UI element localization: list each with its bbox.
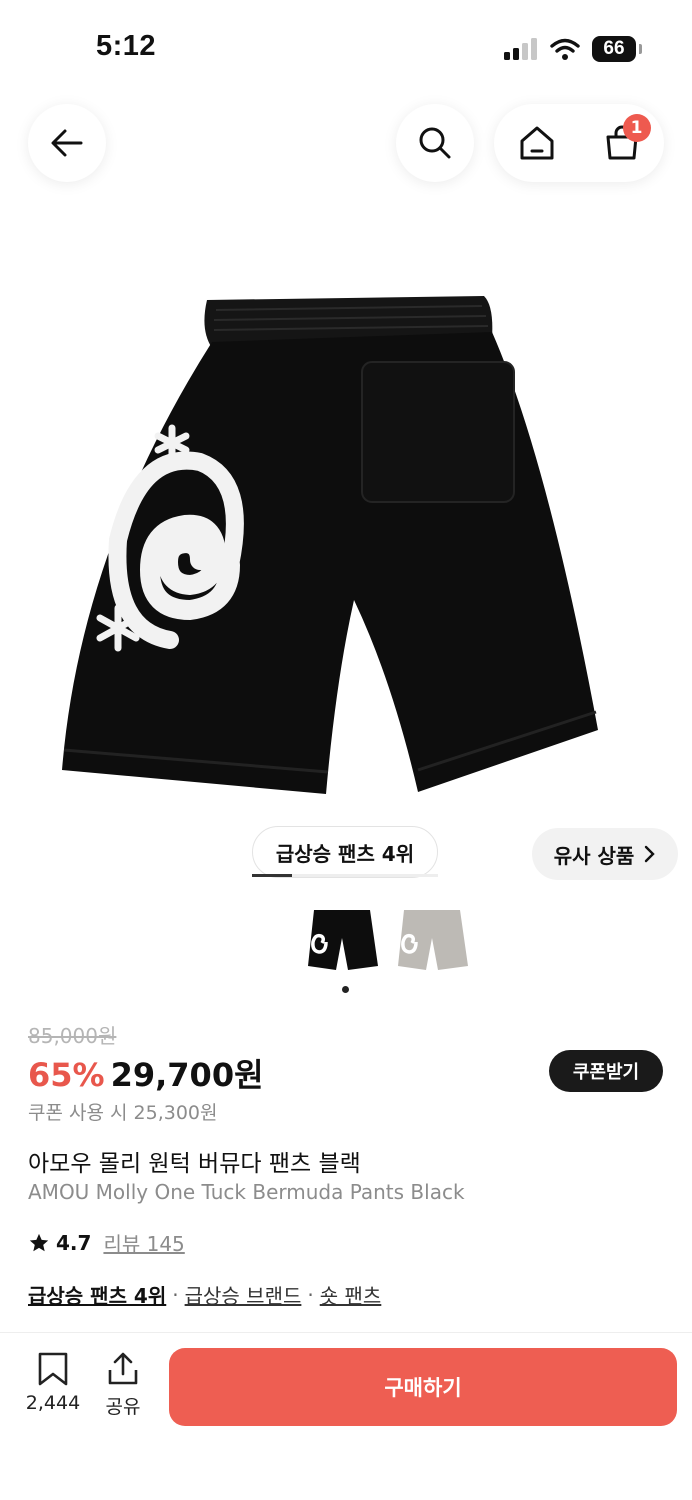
coupon-button[interactable]: 쿠폰받기 bbox=[549, 1050, 663, 1092]
page-indicator-dot bbox=[342, 986, 349, 993]
discount-rate: 65% bbox=[28, 1056, 105, 1094]
similar-products-button[interactable]: 유사 상품 bbox=[532, 828, 678, 880]
tag-rising-brand[interactable]: 급상승 브랜드 bbox=[185, 1280, 302, 1309]
color-thumbnails bbox=[304, 902, 470, 978]
bottom-divider bbox=[0, 1332, 692, 1333]
home-cart-group: 1 bbox=[494, 104, 664, 182]
battery-indicator: 66 bbox=[592, 36, 642, 62]
product-title-ko: 아모우 몰리 원턱 버뮤다 팬츠 블랙 bbox=[28, 1151, 361, 1177]
home-icon bbox=[520, 126, 553, 160]
wifi-icon bbox=[550, 38, 580, 60]
similar-products-label: 유사 상품 bbox=[553, 843, 635, 868]
share-label: 공유 bbox=[105, 1396, 141, 1418]
tag-short-pants[interactable]: 숏 팬츠 bbox=[320, 1280, 382, 1309]
status-time: 5:12 bbox=[96, 30, 157, 62]
rank-badge[interactable]: 급상승 팬츠 4위 bbox=[252, 826, 438, 878]
final-price: 29,700원 bbox=[110, 1056, 264, 1094]
tag-separator: · bbox=[307, 1282, 314, 1307]
signal-icon bbox=[504, 38, 537, 60]
cart-button[interactable]: 1 bbox=[603, 114, 651, 162]
thumbnail-black[interactable] bbox=[304, 902, 380, 978]
share-icon bbox=[108, 1352, 138, 1385]
share-button[interactable]: 공유 bbox=[100, 1352, 146, 1419]
buy-button[interactable]: 구매하기 bbox=[169, 1348, 677, 1426]
bookmark-icon bbox=[38, 1352, 68, 1386]
thumbnail-gray[interactable] bbox=[394, 902, 470, 978]
search-icon bbox=[419, 127, 451, 159]
product-image[interactable] bbox=[0, 210, 692, 830]
original-price: 85,000원 bbox=[28, 1024, 117, 1048]
home-button[interactable] bbox=[518, 124, 556, 162]
chevron-right-icon bbox=[645, 845, 655, 863]
category-tags: 급상승 팬츠 4위 · 급상승 브랜드 · 숏 팬츠 bbox=[28, 1280, 381, 1309]
coupon-price: 쿠폰 사용 시 25,300원 bbox=[28, 1102, 218, 1124]
rating-row: 4.7 리뷰 145 bbox=[28, 1228, 185, 1257]
tag-pants-rank[interactable]: 급상승 팬츠 4위 bbox=[28, 1280, 166, 1309]
rank-progress-track bbox=[252, 874, 438, 877]
like-button[interactable]: 2,444 bbox=[22, 1352, 84, 1414]
back-arrow-icon bbox=[51, 129, 83, 157]
cart-badge: 1 bbox=[622, 114, 651, 142]
tag-separator: · bbox=[172, 1282, 179, 1307]
star-icon bbox=[29, 1233, 49, 1251]
price-row: 65% 29,700원 bbox=[28, 1050, 264, 1096]
status-icons: 66 bbox=[504, 36, 642, 62]
review-link[interactable]: 리뷰 145 bbox=[103, 1228, 184, 1257]
search-button[interactable] bbox=[396, 104, 474, 182]
product-title-en: AMOU Molly One Tuck Bermuda Pants Black bbox=[28, 1180, 465, 1204]
back-button[interactable] bbox=[28, 104, 106, 182]
rating-value: 4.7 bbox=[56, 1230, 92, 1255]
like-count: 2,444 bbox=[25, 1392, 81, 1414]
